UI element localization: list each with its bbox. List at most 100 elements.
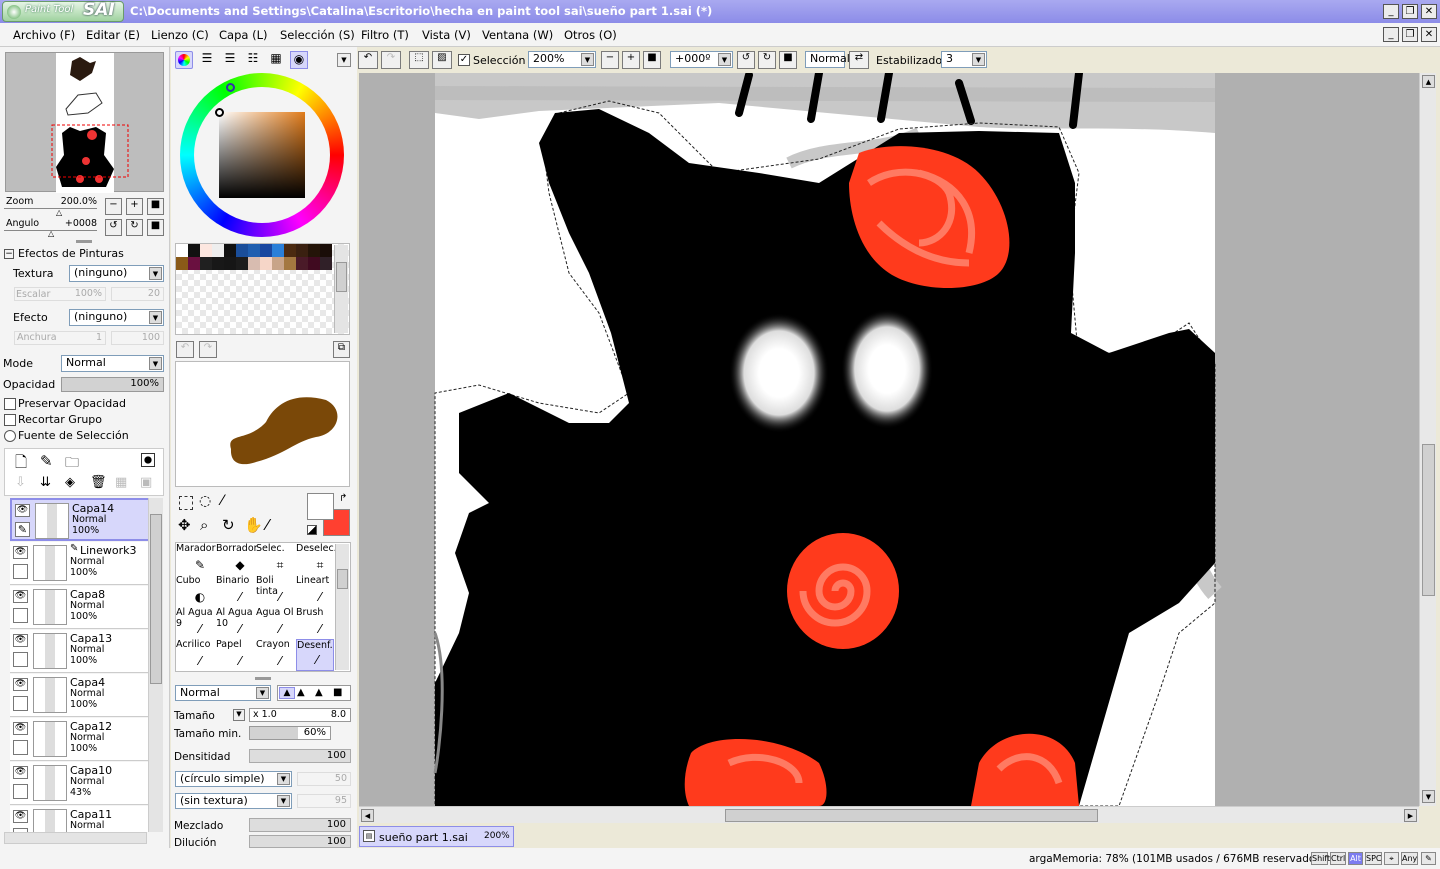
layer-lock-checkbox[interactable]: [13, 740, 28, 755]
rotate-ccw-icon[interactable]: ↺: [737, 51, 755, 69]
zoom-tool-icon[interactable]: ⌕: [200, 516, 208, 534]
lasso-icon[interactable]: ◌: [199, 493, 211, 509]
tool-item[interactable]: Borrador ◆: [216, 543, 258, 575]
dilution-slider[interactable]: 100: [249, 835, 351, 848]
magic-wand-icon[interactable]: ⁄: [221, 493, 223, 509]
zoom-slider[interactable]: [4, 208, 97, 209]
rect-select-icon[interactable]: [179, 496, 193, 510]
shape-flat-icon[interactable]: ■: [333, 687, 342, 698]
swatches-grid[interactable]: [175, 243, 350, 335]
panel-grip[interactable]: [255, 677, 271, 680]
menu-capa[interactable]: Capa (L): [219, 28, 267, 42]
zoom-in-icon[interactable]: +: [622, 51, 640, 69]
density-slider[interactable]: 100: [249, 749, 351, 763]
opacity-slider[interactable]: 100%: [61, 377, 164, 392]
tool-item[interactable]: Crayon ⁄: [256, 639, 296, 671]
tool-item-selected[interactable]: Desenf. ⁄: [296, 639, 334, 671]
scroll-right-icon[interactable]: ▶: [1404, 809, 1417, 822]
selection-source-radio[interactable]: [4, 430, 16, 442]
tool-item[interactable]: Deselec. ⌗: [296, 543, 337, 575]
color-wheel[interactable]: [180, 73, 344, 237]
shape-sharp-icon[interactable]: ▲: [279, 687, 295, 699]
angle-select[interactable]: +000º ▼: [670, 51, 733, 68]
intermediate-color-icon[interactable]: ☷: [244, 51, 262, 69]
swap-colors-icon[interactable]: ↱: [339, 493, 347, 504]
brush-mode-select[interactable]: Normal ▼: [175, 685, 271, 701]
delete-layer-icon[interactable]: 🗑: [90, 475, 107, 490]
minimize-button[interactable]: _: [1383, 4, 1399, 19]
tool-item[interactable]: Acrilico ⁄: [176, 639, 216, 671]
transfer-down-icon[interactable]: ⇩: [15, 475, 26, 490]
menu-archivo[interactable]: Archivo (F): [13, 28, 75, 42]
angle-slider-thumb[interactable]: △: [48, 229, 54, 238]
clear-scratch-icon[interactable]: ⧉: [333, 341, 350, 358]
shape-round-icon[interactable]: ▲: [315, 687, 323, 698]
tool-item[interactable]: Brush ⁄: [296, 607, 336, 639]
undo-icon[interactable]: ↶: [358, 51, 378, 69]
doc-minimize-button[interactable]: _: [1383, 27, 1399, 42]
menu-filtro[interactable]: Filtro (T): [361, 28, 409, 42]
eye-icon[interactable]: 👁: [15, 504, 30, 517]
layer-row[interactable]: 👁 Capa12 Normal 100%: [10, 718, 152, 761]
eye-icon[interactable]: 👁: [13, 722, 28, 735]
layer-row[interactable]: 👁 Capa10 Normal 43%: [10, 762, 152, 805]
flatten-icon[interactable]: ▣: [140, 475, 152, 490]
primary-color-swatch[interactable]: [307, 493, 334, 520]
eyedropper-icon[interactable]: ⁄: [266, 516, 269, 534]
menu-editar[interactable]: Editar (E): [86, 28, 140, 42]
zoom-slider-thumb[interactable]: △: [56, 208, 62, 217]
scratchpad[interactable]: [175, 361, 350, 487]
rotate-reset-button[interactable]: ■: [147, 219, 164, 236]
hsv-slider-icon[interactable]: ☰: [221, 51, 239, 69]
invert-selection-icon[interactable]: ▨: [432, 51, 452, 69]
shape-soft-icon[interactable]: ▲: [297, 687, 305, 698]
merge-visible-icon[interactable]: ▦: [115, 475, 127, 490]
scratchpad-tab-icon[interactable]: ◉: [290, 51, 308, 69]
layer-row[interactable]: 👁 Capa4 Normal 100%: [10, 674, 152, 717]
reset-colors-icon[interactable]: [307, 525, 317, 535]
layers-hscrollbar[interactable]: [4, 832, 147, 844]
min-size-slider[interactable]: 60%: [249, 726, 331, 740]
hand-icon[interactable]: ✋: [244, 516, 263, 534]
zoom-reset-button[interactable]: ■: [147, 198, 164, 215]
pen-icon[interactable]: ✎: [15, 522, 30, 537]
selection-checkbox[interactable]: ✓: [458, 54, 470, 66]
size-slider[interactable]: x 1.0 8.0: [249, 708, 351, 722]
zoom-reset-icon[interactable]: ■: [643, 51, 661, 69]
eye-icon[interactable]: 👁: [13, 590, 28, 603]
brush-shape-select[interactable]: (círculo simple) ▼: [175, 771, 292, 787]
layer-mode-select[interactable]: Normal ▼: [61, 355, 164, 372]
layer-lock-checkbox[interactable]: [13, 652, 28, 667]
layer-row[interactable]: 👁 ✎ Capa14 Normal 100%: [10, 498, 152, 541]
zoom-out-icon[interactable]: −: [601, 51, 619, 69]
eye-icon[interactable]: 👁: [13, 810, 28, 823]
layers-scrollbar[interactable]: [148, 498, 163, 832]
tool-item[interactable]: Selec. ⌗: [256, 543, 296, 575]
panel-menu-icon[interactable]: ▼: [337, 53, 351, 67]
eye-icon[interactable]: 👁: [13, 546, 28, 559]
effect-select[interactable]: (ninguno) ▼: [69, 309, 164, 326]
flip-icon[interactable]: ⇄: [849, 51, 869, 69]
saturation-value-box[interactable]: [219, 112, 305, 198]
swatches-scrollbar[interactable]: [334, 245, 348, 333]
new-linework-layer-icon[interactable]: ✎: [40, 452, 53, 470]
layer-row[interactable]: 👁 Linework3 ✎ Normal 100%: [10, 542, 152, 585]
layer-lock-checkbox[interactable]: [13, 564, 28, 579]
clip-group-checkbox[interactable]: [4, 414, 16, 426]
scroll-up-icon[interactable]: ▲: [1422, 75, 1435, 88]
hscroll-thumb[interactable]: [725, 809, 1098, 822]
move-icon[interactable]: ✥: [178, 516, 191, 534]
rotate-left-button[interactable]: ↺: [105, 219, 122, 236]
canvas-hscrollbar[interactable]: ◀ ▶: [359, 806, 1419, 823]
tool-item[interactable]: Binario ⁄: [216, 575, 256, 607]
rotate-right-button[interactable]: ↻: [126, 219, 143, 236]
tools-scrollbar[interactable]: [335, 544, 349, 670]
tool-item[interactable]: Lineart ⁄: [296, 575, 336, 607]
view-mode-box[interactable]: Normal: [805, 51, 850, 68]
menu-ventana[interactable]: Ventana (W): [482, 28, 553, 42]
document-tab[interactable]: ▤ sueño part 1.sai 200%: [359, 826, 514, 847]
layer-lock-checkbox[interactable]: [13, 608, 28, 623]
zoom-select[interactable]: 200% ▼: [528, 51, 596, 68]
layer-lock-checkbox[interactable]: [13, 696, 28, 711]
maximize-button[interactable]: ❐: [1402, 4, 1418, 19]
